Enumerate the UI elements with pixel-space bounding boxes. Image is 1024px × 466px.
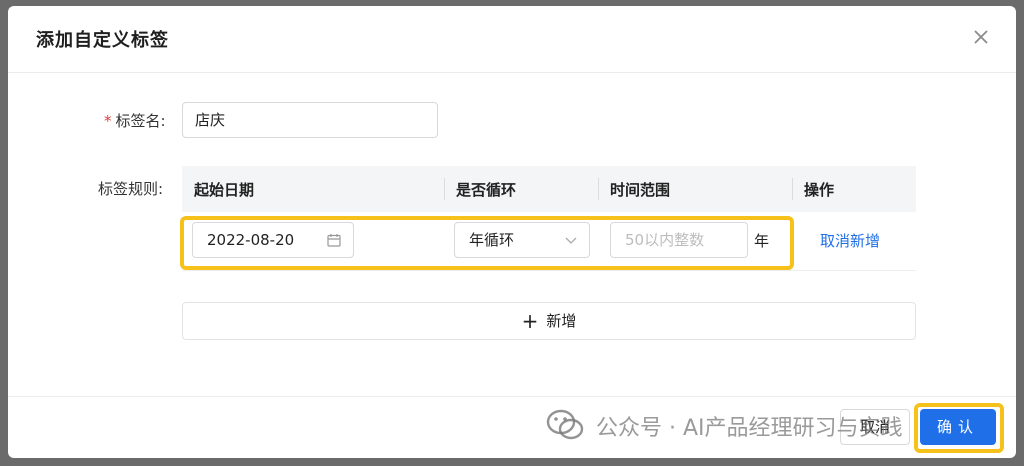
cancel-add-link[interactable]: 取消新增 — [820, 230, 880, 251]
watermark-text: 公众号 · AI产品经理研习与实践 — [596, 416, 903, 441]
plus-icon: + — [521, 309, 539, 333]
header-action: 操作 — [804, 181, 835, 199]
header-time-range: 时间范围 — [610, 181, 671, 199]
confirm-highlight-box — [914, 403, 1004, 453]
tag-name-input[interactable]: 店庆 — [182, 102, 438, 138]
tag-name-label: * 标签名: — [104, 110, 166, 131]
tag-rules-label: 标签规则: — [98, 180, 164, 198]
header-divider — [792, 178, 793, 200]
dialog-header: 添加自定义标签 — [8, 6, 1016, 73]
add-rule-label: 新增 — [546, 312, 577, 330]
dialog-title: 添加自定义标签 — [36, 30, 169, 51]
add-rule-button[interactable]: + 新增 — [182, 302, 916, 340]
header-cycle: 是否循环 — [456, 181, 517, 199]
tag-name-label-text: 标签名: — [115, 112, 166, 130]
add-custom-tag-dialog: 添加自定义标签 * 标签名: 店庆 标签规则: 起始日期 是否循环 时间范围 操作… — [8, 6, 1016, 458]
header-divider — [444, 178, 445, 200]
header-start-date: 起始日期 — [194, 181, 255, 199]
close-icon[interactable] — [970, 26, 992, 48]
header-divider — [598, 178, 599, 200]
wechat-logo-icon — [546, 409, 584, 440]
required-mark: * — [104, 112, 112, 130]
row-highlight-box — [180, 216, 794, 270]
rules-table-header: 起始日期 是否循环 时间范围 操作 — [182, 166, 916, 212]
